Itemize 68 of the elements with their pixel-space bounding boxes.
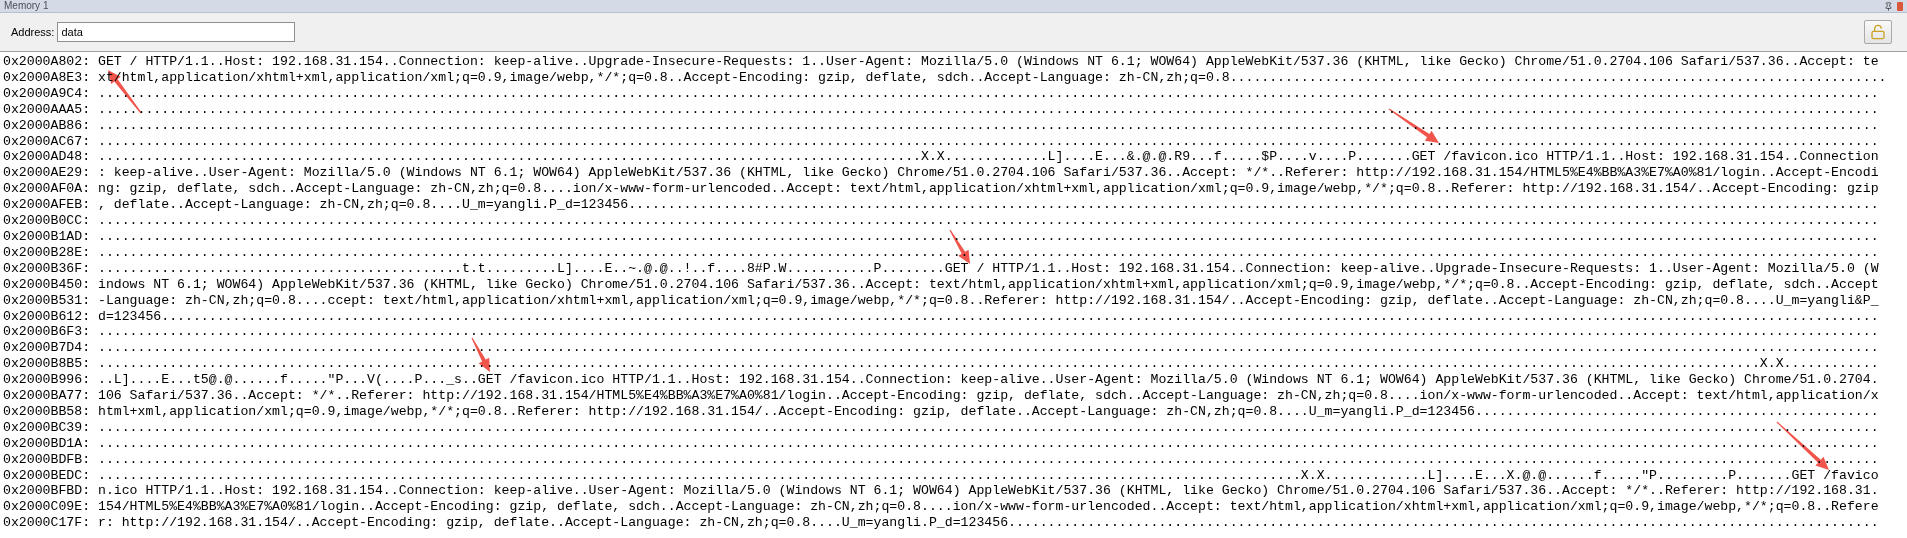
memory-address: 0x2000BDFB: bbox=[3, 451, 91, 468]
memory-address: 0x2000B36F: bbox=[3, 260, 91, 277]
memory-bytes: indows NT 6.1; WOW64) AppleWebKit/537.36 (KHTML, like Gecko) Chrome/51.0.2704.106 Safari/537.36..Accept: text/html,application/xhtml+xml,application/xml;q=0.9,image/webp,*/*;q=0.8..Accept-Encoding: gzip, deflate, sdch..Accept bbox=[97, 276, 1879, 293]
annotation-arrow bbox=[1776, 421, 1829, 470]
lock-button[interactable] bbox=[1864, 20, 1892, 44]
memory-address: 0x2000BC39: bbox=[3, 419, 91, 436]
memory-address: 0x2000BA77: bbox=[3, 388, 91, 404]
memory-address: 0x2000A802: bbox=[3, 54, 91, 70]
memory-address: 0x2000AB86: bbox=[3, 117, 91, 134]
memory-address: 0x2000C09E: bbox=[3, 499, 91, 516]
memory-address: 0x2000B0CC: bbox=[3, 213, 91, 229]
memory-bytes: 106 Safari/537.36..Accept: */*..Referer: http://192.168.31.154/HTML5%E4%BB%A3%E7%A0%81/login..Accept-Encoding: gzip, deflate, sdch..Accept-Language: zh-CN,zh;q=0.8....ion/x-www-form-urlencoded..Accept: text/html,application/x bbox=[97, 388, 1879, 404]
memory-address: 0x2000AC67: bbox=[3, 133, 91, 150]
memory-bytes: ................................................................................................................................................................................................................................. bbox=[97, 101, 1879, 118]
address-field[interactable]: data bbox=[57, 22, 296, 42]
memory-address: 0x2000B8B5: bbox=[3, 356, 91, 373]
memory-bytes: -Language: zh-CN,zh;q=0.8....ccept: text/html,application/xhtml+xml,application/xml;q=0.9,image/webp,*/*;q=0.8..Referer: http://192.168.31.154/..Accept-Encoding: gzip, deflate..Accept-Language: zh-CN,zh;q=0.8....U_m=yangli&P_ bbox=[97, 292, 1879, 309]
memory-bytes: d=123456......................................................................................................................................................................................................................... bbox=[97, 308, 1879, 325]
memory-address: 0x2000B996: bbox=[3, 372, 91, 389]
memory-bytes: ................................................................................................................................................................................................................................. bbox=[97, 435, 1879, 452]
memory-address: 0x2000BB58: bbox=[3, 403, 91, 420]
annotation-arrow bbox=[1388, 108, 1439, 143]
address-label: Address: bbox=[11, 26, 55, 38]
memory-bytes: ................................................................................................................................................................................................................................. bbox=[97, 228, 1879, 245]
memory-address: 0x2000B531: bbox=[3, 292, 91, 309]
lock-icon bbox=[1870, 24, 1886, 40]
memory-address: 0x2000AE29: bbox=[3, 165, 91, 182]
memory-bytes: 154/HTML5%E4%BB%A3%E7%A0%81/login..Accept-Encoding: gzip, deflate, sdch..Accept-Language: zh-CN,zh;q=0.8....ion/x-www-form-urlencoded..Accept: text/html,application/xhtml+xml,application/xml;q=0.9,image/webp,*/*;q=0.8..Refere bbox=[97, 499, 1879, 516]
memory-bytes: ................................................................................................................................................................................................................................. bbox=[97, 419, 1879, 436]
memory-address: 0x2000B7D4: bbox=[3, 340, 91, 357]
memory-address: 0x2000B1AD: bbox=[3, 228, 91, 245]
memory-bytes: r: http://192.168.31.154/..Accept-Encoding: gzip, deflate..Accept-Language: zh-CN,zh;q=0.8....U_m=yangli.P_d=123456.............................................................................................................. bbox=[97, 515, 1879, 532]
memory-bytes: ................................................................................................................................................................................................................................. bbox=[97, 85, 1879, 102]
memory-bytes: ........................................................................................................................................................X.X.............L]....E...X.@.@......f....."P.........P.......GET /favico bbox=[97, 467, 1879, 484]
memory-address: 0x2000C17F: bbox=[3, 515, 91, 532]
memory-bytes: ................................................................................................................................................................................................................................. bbox=[97, 340, 1879, 357]
memory-address: 0x2000A8E3: bbox=[3, 69, 91, 86]
memory-address: 0x2000BFBD: bbox=[3, 483, 91, 500]
memory-address: 0x2000B6F3: bbox=[3, 324, 91, 341]
pin-icon[interactable] bbox=[1884, 1, 1893, 11]
memory-bytes: ................................................................................................................................................................................................................................. bbox=[97, 133, 1879, 150]
memory-bytes: ..L]....E...t5@.@......f....."P...V(....P..._s..GET /favicon.ico HTTP/1.1..Host: 192.168.31.154..Connection: keep-alive..User-Agent: Mozilla/5.0 (Windows NT 6.1; WOW64) AppleWebKit/537.36 (KHTML, like Gecko) Chrome/51.0.2704. bbox=[97, 372, 1879, 389]
memory-bytes: ................................................................................................................................................................................................................................. bbox=[97, 451, 1879, 468]
memory-bytes: GET / HTTP/1.1..Host: 192.168.31.154..Connection: keep-alive..Upgrade-Insecure-Requests: 1..User-Agent: Mozilla/5.0 (Windows NT 6.1; WOW64) AppleWebKit/537.36 (KHTML, like Gecko) Chrome/51.0.2704.106 Safari/537.36..Accept: te bbox=[97, 54, 1879, 70]
panel-title: Memory 1 bbox=[4, 0, 49, 12]
memory-bytes: ng: gzip, deflate, sdch..Accept-Language: zh-CN,zh;q=0.8....ion/x-www-form-urlencoded..Accept: text/html,application/xhtml+xml,application/xml;q=0.9,image/webp,*/*;q=0.8..Referer: http://192.168.31.154/..Accept-Encoding: gzip bbox=[97, 181, 1879, 198]
memory-address: 0x2000BD1A: bbox=[3, 435, 91, 452]
memory-address: 0x2000B612: bbox=[3, 308, 91, 325]
memory-address: 0x2000AD48: bbox=[3, 149, 91, 166]
memory-bytes: ................................................................................................................................................................................................................................. bbox=[97, 244, 1879, 261]
memory-address: 0x2000B28E: bbox=[3, 244, 91, 261]
memory-bytes: ..............................................t.t.........L]....E..~.@.@..!..f....8#P.W...........P........GET / HTTP/1.1..Host: 192.168.31.154..Connection: keep-alive..Upgrade-Insecure-Requests: 1..User-Agent: Mozilla/5.0 (W bbox=[97, 260, 1879, 277]
memory-bytes: n.ico HTTP/1.1..Host: 192.168.31.154..Connection: keep-alive..User-Agent: Mozilla/5.0 (Windows NT 6.1; WOW64) AppleWebKit/537.36 (KHTML, like Gecko) Chrome/51.0.2704.106 Safari/537.36..Accept: */*..Referer: http://192.168.31. bbox=[97, 483, 1879, 500]
memory-bytes: ................................................................................................................................................................................................................................. bbox=[97, 117, 1879, 134]
memory-address: 0x2000AAA5: bbox=[3, 101, 91, 118]
memory-address: 0x2000BEDC: bbox=[3, 467, 91, 484]
memory-address: 0x2000AF0A: bbox=[3, 181, 91, 198]
annotation-arrow bbox=[949, 229, 970, 264]
memory-address: 0x2000A9C4: bbox=[3, 85, 91, 102]
memory-bytes: : keep-alive..User-Agent: Mozilla/5.0 (Windows NT 6.1; WOW64) AppleWebKit/537.36 (KHTML, like Gecko) Chrome/51.0.2704.106 Safari/537.36..Accept: */*..Referer: http://192.168.31.154/HTML5%E4%BB%A3%E7%A0%81/login..Accept-Encodi bbox=[97, 165, 1879, 182]
memory-bytes: ................................................................................................................................................................................................................................. bbox=[97, 213, 1879, 229]
memory-bytes: , deflate..Accept-Language: zh-CN,zh;q=0.8....U_m=yangli.P_d=123456.............................................................................................................................................................. bbox=[97, 197, 1879, 214]
memory-address: 0x2000AFEB: bbox=[3, 197, 91, 214]
memory-bytes: ................................................................................................................................................................................................................................. bbox=[97, 324, 1879, 341]
memory-bytes: ........................................................................................................X.X.............L]....E...&.@.@.R9...f.....$P....v....P.......GET /favicon.ico HTTP/1.1..Host: 192.168.31.154..Connection bbox=[97, 149, 1879, 166]
memory-bytes: html+xml,application/xml;q=0.9,image/webp,*/*;q=0.8..Referer: http://192.168.31.154/..Accept-Encoding: gzip, deflate..Accept-Language: zh-CN,zh;q=0.8....U_m=yangli.P_d=123456................................................... bbox=[97, 403, 1879, 420]
close-icon[interactable] bbox=[1897, 1, 1903, 11]
memory-address: 0x2000B450: bbox=[3, 276, 91, 293]
